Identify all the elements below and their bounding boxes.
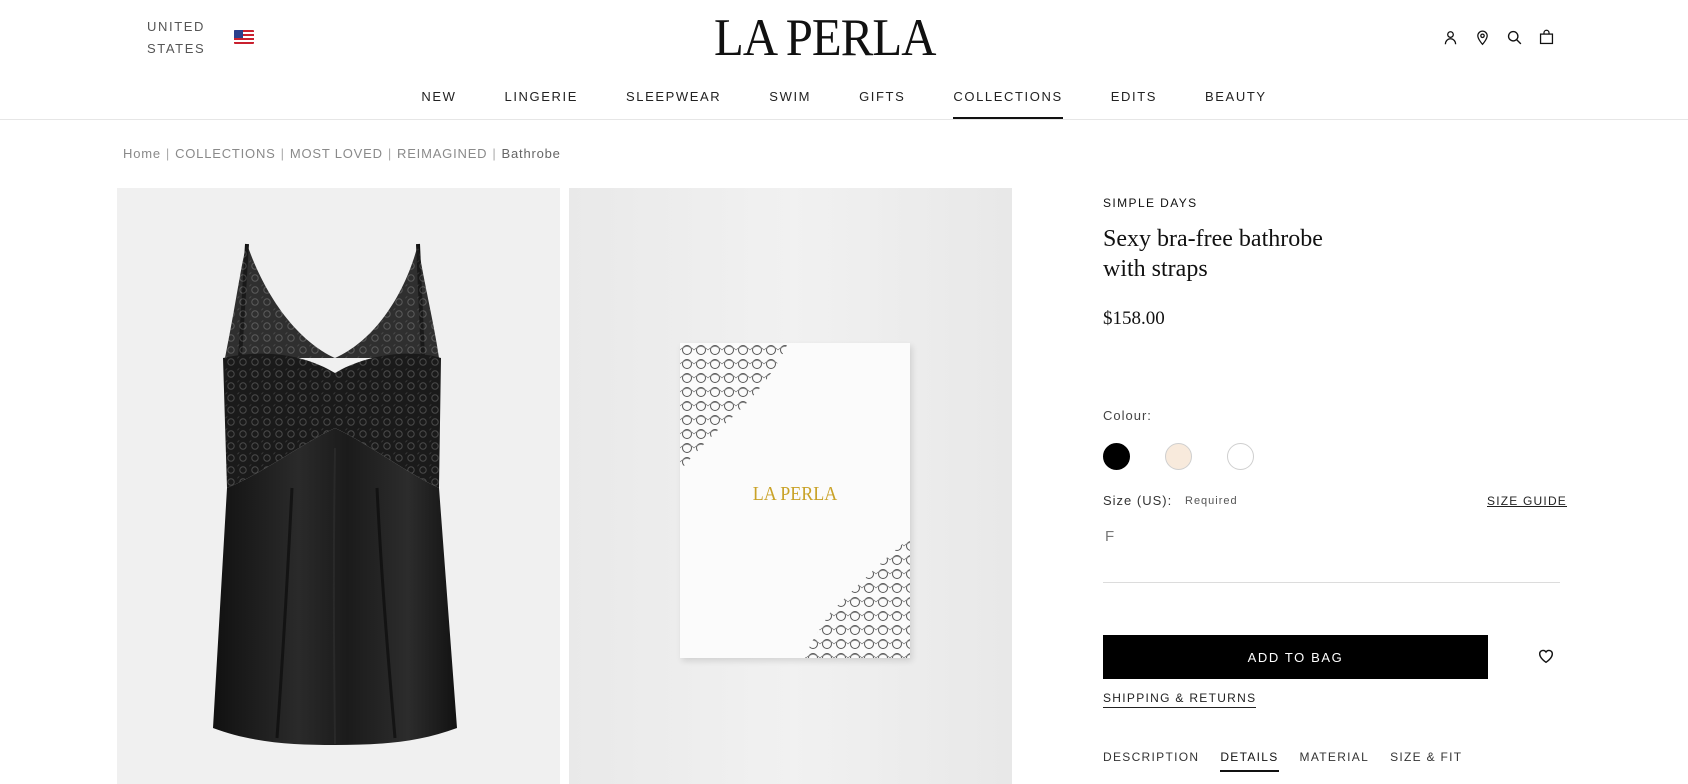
size-option-f[interactable]: F <box>1105 528 1114 545</box>
site-header: UNITED STATES LA PERLA NEW LINGERIE SLEE… <box>0 0 1688 120</box>
add-to-bag-button[interactable]: ADD TO BAG <box>1103 635 1488 679</box>
product-price: $158.00 <box>1103 308 1165 329</box>
nav-swim[interactable]: SWIM <box>745 84 835 119</box>
us-flag-icon[interactable] <box>234 30 254 44</box>
tab-details[interactable]: DETAILS <box>1220 750 1279 772</box>
locale-line-2: STATES <box>147 41 206 56</box>
main-navigation: NEW LINGERIE SLEEPWEAR SWIM GIFTS COLLEC… <box>0 84 1688 119</box>
divider <box>1103 582 1560 583</box>
product-tabs: DESCRIPTION DETAILS MATERIAL SIZE & FIT <box>1103 750 1462 772</box>
breadcrumb-current: Bathrobe <box>501 146 561 161</box>
colour-swatches <box>1103 443 1254 470</box>
breadcrumb: Home | COLLECTIONS | MOST LOVED | REIMAGINED | B… <box>123 146 561 161</box>
locale-selector[interactable]: UNITED STATES <box>147 16 205 60</box>
product-title-line-1: Sexy bra-free bathrobe <box>1103 226 1323 252</box>
tab-material[interactable]: MATERIAL <box>1300 750 1370 772</box>
tab-size-fit[interactable]: SIZE & FIT <box>1390 750 1462 772</box>
product-title-line-2: with straps <box>1103 256 1208 282</box>
colour-swatch-black[interactable] <box>1103 443 1130 470</box>
breadcrumb-home[interactable]: Home <box>123 146 161 161</box>
store-locator-icon[interactable] <box>1472 27 1492 47</box>
colour-label: Colour: <box>1103 408 1152 423</box>
breadcrumb-collections[interactable]: COLLECTIONS <box>175 146 276 161</box>
product-title: Sexy bra-free bathrobe with straps <box>1103 224 1403 284</box>
gift-box: LA PERLA <box>680 343 910 658</box>
nav-sleepwear[interactable]: SLEEPWEAR <box>602 84 745 119</box>
tab-description[interactable]: DESCRIPTION <box>1103 750 1199 772</box>
size-guide-link[interactable]: SIZE GUIDE <box>1487 494 1567 508</box>
box-logo: LA PERLA <box>752 483 838 505</box>
wishlist-heart-icon[interactable] <box>1535 645 1557 667</box>
nav-lingerie[interactable]: LINGERIE <box>480 84 601 119</box>
product-image-packaging[interactable]: LA PERLA <box>569 188 1012 784</box>
utility-icons <box>1440 27 1556 47</box>
bag-icon[interactable] <box>1536 27 1556 47</box>
shipping-returns-link[interactable]: SHIPPING & RETURNS <box>1103 691 1257 708</box>
nav-gifts[interactable]: GIFTS <box>835 84 929 119</box>
account-icon[interactable] <box>1440 27 1460 47</box>
nav-new[interactable]: NEW <box>397 84 480 119</box>
product-brand[interactable]: SIMPLE DAYS <box>1103 196 1198 210</box>
nav-collections[interactable]: COLLECTIONS <box>929 84 1086 119</box>
breadcrumb-most-loved[interactable]: MOST LOVED <box>290 146 383 161</box>
colour-swatch-nude[interactable] <box>1165 443 1192 470</box>
search-icon[interactable] <box>1504 27 1524 47</box>
product-image-garment[interactable] <box>117 188 560 784</box>
locale-line-1: UNITED <box>147 19 205 34</box>
size-required-note: Required <box>1185 495 1238 507</box>
size-label: Size (US): <box>1103 493 1173 508</box>
nav-beauty[interactable]: BEAUTY <box>1181 84 1291 119</box>
brand-logo[interactable]: LA PERLA <box>714 12 936 65</box>
colour-swatch-white[interactable] <box>1227 443 1254 470</box>
breadcrumb-reimagined[interactable]: REIMAGINED <box>397 146 487 161</box>
nav-edits[interactable]: EDITS <box>1087 84 1181 119</box>
